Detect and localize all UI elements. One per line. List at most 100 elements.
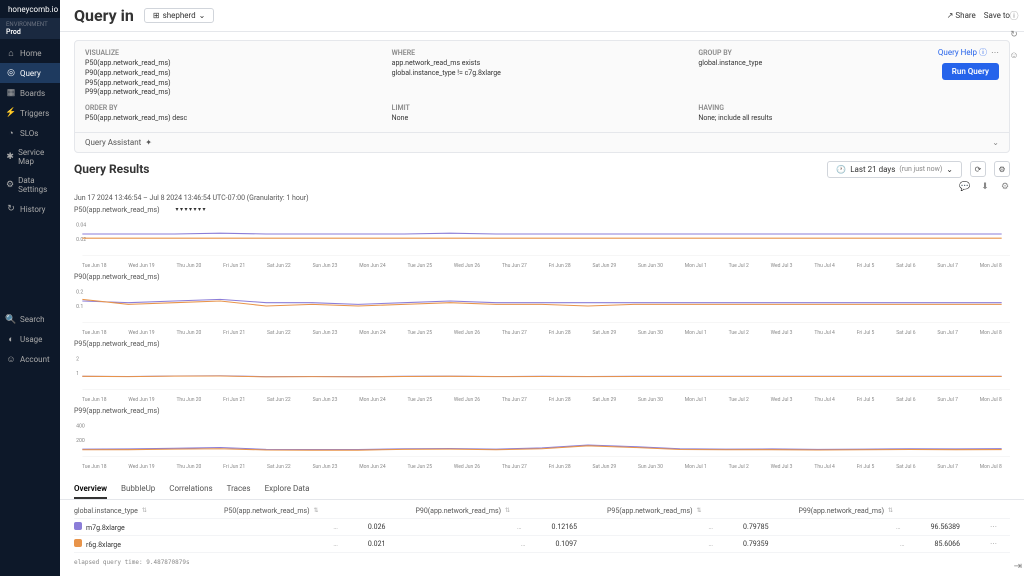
where-label: WHERE: [392, 49, 693, 57]
nav-usage[interactable]: ◐Usage: [0, 330, 60, 350]
share-button[interactable]: ↗ Share: [947, 11, 976, 20]
boards-icon: ▦: [6, 88, 16, 98]
env-name: Prod: [6, 28, 54, 36]
nav-home[interactable]: ⌂Home: [0, 43, 60, 63]
chart-1: P90(app.network_read_ms) 0.2 0.1 Tue Jun…: [74, 273, 1010, 336]
nav-boards[interactable]: ▦Boards: [0, 83, 60, 103]
having-section[interactable]: HAVING None; include all results: [698, 104, 999, 124]
chart-title: P99(app.network_read_ms): [74, 407, 160, 415]
info-icon[interactable]: ⓘ: [1009, 10, 1019, 20]
svg-text:400: 400: [76, 424, 85, 430]
comment-icon[interactable]: 💬: [960, 182, 970, 192]
sidebar: honeycomb.io ENVIRONMENT Prod ⌂Home◎Quer…: [0, 0, 60, 576]
page-header: Query in ⊞ shepherd ⌄ ↗ Share Save to: [60, 0, 1024, 32]
nav-data-settings[interactable]: ⚙Data Settings: [0, 171, 60, 199]
query-builder: VISUALIZE P50(app.network_read_ms)P90(ap…: [74, 40, 1010, 153]
query-help-link[interactable]: Query Help ⓘ⋯: [938, 47, 999, 58]
settings-button[interactable]: ⚙: [994, 161, 1010, 177]
chart-0: P50(app.network_read_ms)▾ ▾ ▾ ▾ ▾ ▾ ▾ 0.…: [74, 206, 1010, 269]
charts-container: P50(app.network_read_ms)▾ ▾ ▾ ▾ ▾ ▾ ▾ 0.…: [60, 206, 1024, 470]
orderby-label: ORDER BY: [85, 104, 386, 112]
results-timestamp: Jun 17 2024 13:46:54 – Jul 8 2024 13:46:…: [60, 194, 1024, 206]
account-icon: ☺: [6, 355, 16, 365]
tab-bubbleup[interactable]: BubbleUp: [121, 480, 155, 499]
home-icon: ⌂: [6, 48, 16, 58]
search-icon: 🔍: [6, 315, 16, 325]
row-menu[interactable]: ⋯: [990, 540, 1010, 548]
nav-triggers[interactable]: ⚡Triggers: [0, 103, 60, 123]
tab-correlations[interactable]: Correlations: [169, 480, 212, 499]
svg-text:2: 2: [76, 357, 79, 363]
main-content: Query in ⊞ shepherd ⌄ ↗ Share Save to ⓘ …: [60, 0, 1024, 576]
limit-section[interactable]: LIMIT None: [392, 104, 693, 124]
results-tabs: Overview BubbleUp Correlations Traces Explor…: [60, 474, 1024, 500]
dataset-name: shepherd: [163, 11, 196, 20]
chevron-down-icon: ⌄: [199, 11, 206, 20]
triggers-icon: ⚡: [6, 108, 16, 118]
nav-bottom: 🔍Search◐Usage☺Account: [0, 306, 60, 576]
chart-title: P50(app.network_read_ms): [74, 206, 160, 214]
visualize-label: VISUALIZE: [85, 49, 386, 57]
svg-text:0.1: 0.1: [76, 304, 83, 310]
chart-plot[interactable]: 2 1: [74, 350, 1010, 396]
sparkle-icon: ✦: [145, 138, 152, 147]
nav-slos[interactable]: ◔SLOs: [0, 123, 60, 143]
svg-text:0.2: 0.2: [76, 290, 83, 296]
results-table: global.instance_type⇅P50(app.network_rea…: [60, 500, 1024, 557]
team-icon[interactable]: ☺: [1009, 50, 1019, 60]
chart-title: P95(app.network_read_ms): [74, 340, 160, 348]
svg-text:0.04: 0.04: [76, 223, 86, 229]
table-row[interactable]: r6g.8xlarge …0.021 …0.1097 …0.79359 …85.…: [74, 536, 1010, 553]
usage-icon: ◐: [6, 335, 16, 345]
chart-plot[interactable]: 0.04 0.02: [74, 216, 1010, 262]
row-menu[interactable]: ⋯: [990, 523, 1010, 531]
nav-search[interactable]: 🔍Search: [0, 310, 60, 330]
limit-label: LIMIT: [392, 104, 693, 112]
clock-icon: 🕐: [836, 165, 846, 174]
tab-overview[interactable]: Overview: [74, 480, 107, 499]
having-label: HAVING: [698, 104, 999, 112]
nav-account[interactable]: ☺Account: [0, 350, 60, 370]
results-title: Query Results: [74, 162, 149, 176]
run-query-button[interactable]: Run Query: [942, 63, 999, 80]
dataset-selector[interactable]: ⊞ shepherd ⌄: [144, 8, 214, 23]
env-label: ENVIRONMENT: [6, 21, 54, 28]
nav-query[interactable]: ◎Query: [0, 63, 60, 83]
chart-plot[interactable]: 400 200: [74, 417, 1010, 463]
chart-3: P99(app.network_read_ms) 400 200 Tue Jun…: [74, 407, 1010, 470]
tab-traces[interactable]: Traces: [227, 480, 251, 499]
tab-explore-data[interactable]: Explore Data: [265, 480, 310, 499]
query-icon: ◎: [6, 68, 16, 78]
orderby-section[interactable]: ORDER BY P50(app.network_read_ms) desc: [85, 104, 386, 124]
svg-text:1: 1: [76, 371, 79, 377]
nav-service-map[interactable]: ✱Service Map: [0, 143, 60, 171]
visualize-section[interactable]: VISUALIZE P50(app.network_read_ms)P90(ap…: [85, 49, 386, 98]
refresh-button[interactable]: ⟳: [970, 161, 986, 177]
elapsed-time: elapsed query time: 9.487870879s: [60, 557, 1024, 568]
environment-selector[interactable]: ENVIRONMENT Prod: [0, 18, 60, 39]
chevron-down-icon: ⌄: [992, 138, 999, 147]
nav-history[interactable]: ↻History: [0, 199, 60, 219]
table-row[interactable]: m7g.8xlarge …0.026 …0.12165 …0.79785 …96…: [74, 519, 1010, 536]
chart-title: P90(app.network_read_ms): [74, 273, 160, 281]
nav: ⌂Home◎Query▦Boards⚡Triggers◔SLOs✱Service…: [0, 39, 60, 306]
time-range-selector[interactable]: 🕐 Last 21 days (run just now) ⌄: [827, 161, 962, 178]
query-assistant-toggle[interactable]: Query Assistant ✦ ⌄: [75, 132, 1009, 152]
slos-icon: ◔: [6, 128, 16, 138]
download-icon[interactable]: ⬇: [980, 182, 990, 192]
brand-logo[interactable]: honeycomb.io: [0, 0, 60, 18]
gear-icon[interactable]: ⚙: [1000, 182, 1010, 192]
where-section[interactable]: WHERE app.network_read_ms existsglobal.i…: [392, 49, 693, 98]
chart-2: P95(app.network_read_ms) 2 1 Tue Jun 18W…: [74, 340, 1010, 403]
collapse-icon[interactable]: ⇥: [1014, 561, 1022, 572]
dataset-icon: ⊞: [153, 11, 160, 20]
svg-text:200: 200: [76, 438, 85, 444]
data settings-icon: ⚙: [6, 180, 14, 190]
history-icon[interactable]: ↻: [1009, 30, 1019, 40]
chart-plot[interactable]: 0.2 0.1: [74, 283, 1010, 329]
history-icon: ↻: [6, 204, 16, 214]
chevron-down-icon: ⌄: [946, 165, 953, 174]
service map-icon: ✱: [6, 152, 14, 162]
brand-text: honeycomb.io: [8, 5, 58, 14]
page-title: Query in: [74, 6, 134, 25]
